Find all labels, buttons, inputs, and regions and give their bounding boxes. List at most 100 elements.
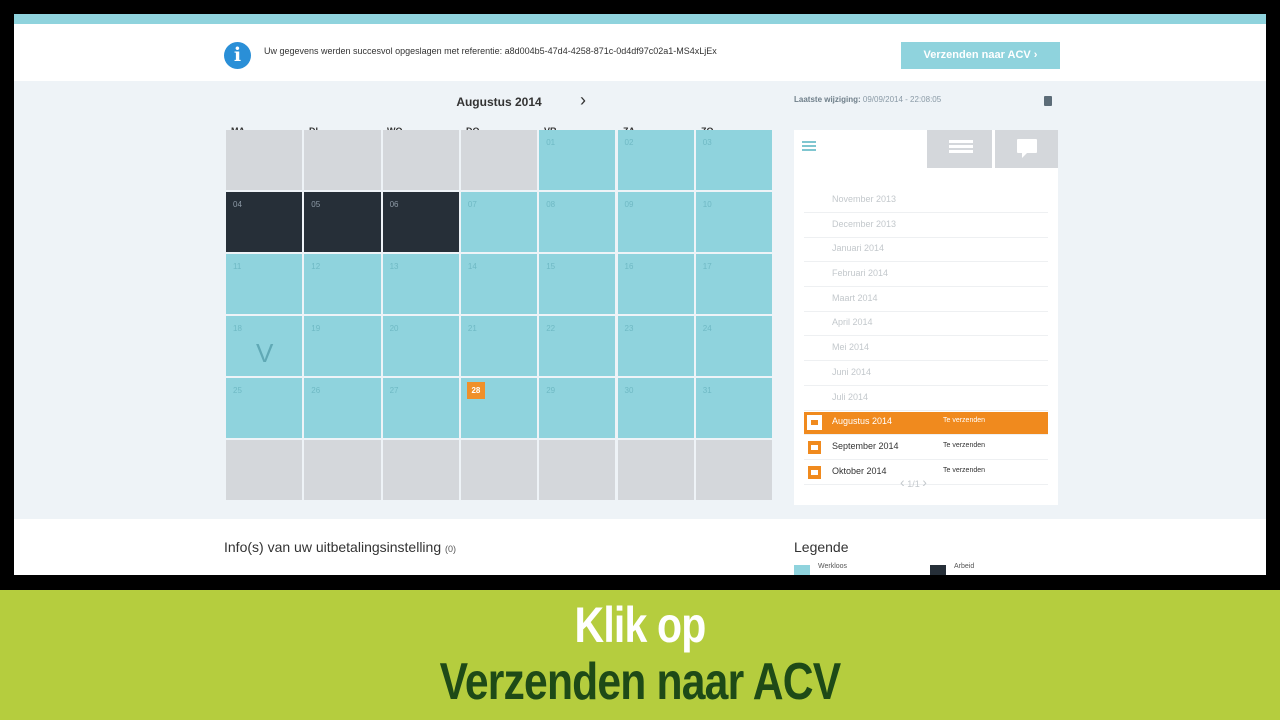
calendar-day[interactable] [304, 440, 381, 500]
comment-icon [1017, 139, 1037, 158]
message-bar: i Uw gegevens werden succesvol opgeslage… [14, 24, 1266, 81]
calendar-day[interactable]: 04 [226, 192, 303, 252]
month-item[interactable]: September 2014 Te verzenden [804, 437, 1048, 460]
instruction-banner: Klik op Verzenden naar ACV [0, 590, 1280, 720]
chevron-right-icon[interactable]: › [580, 90, 586, 111]
calendar-day[interactable] [695, 440, 773, 500]
calendar-day[interactable] [226, 440, 303, 500]
calendar-day[interactable] [382, 440, 459, 500]
calendar-day[interactable]: 21 [460, 316, 538, 376]
calendar-day[interactable]: 30 [617, 378, 694, 438]
calendar-day[interactable]: 14 [460, 254, 538, 314]
calendar-day[interactable]: 03 [695, 130, 773, 190]
calendar-day[interactable]: 02 [617, 130, 694, 190]
day-number: 29 [546, 386, 556, 395]
month-status: Te verzenden [943, 441, 986, 449]
calendar-day[interactable]: 19 [304, 316, 381, 376]
month-item[interactable]: November 2013 [804, 190, 1048, 213]
trash-icon[interactable] [1044, 96, 1052, 106]
calendar-day[interactable]: 12 [304, 254, 381, 314]
calendar-day[interactable] [460, 440, 538, 500]
legend-label-werkloos: Werkloos [818, 563, 848, 570]
month-item[interactable]: Juni 2014 [804, 363, 1048, 386]
calendar-day[interactable]: 31 [695, 378, 773, 438]
calendar-day[interactable]: 09 [617, 192, 694, 252]
banner-line-1: Klik op [574, 597, 707, 653]
calendar-day[interactable]: 05 [304, 192, 381, 252]
pager-next-icon[interactable]: › [922, 474, 927, 490]
day-number: 12 [311, 262, 321, 271]
month-name: Maart 2014 [832, 292, 878, 303]
tab-comments[interactable] [995, 130, 1058, 168]
calendar-day[interactable]: 15 [539, 254, 616, 314]
calendar-day[interactable] [617, 440, 694, 500]
day-number: 08 [546, 200, 556, 209]
calendar-day[interactable] [304, 130, 381, 190]
last-modified: Laatste wijziging: 09/09/2014 - 22:08:05 [794, 95, 941, 104]
month-item[interactable]: April 2014 [804, 313, 1048, 337]
month-item[interactable]: Juli 2014 [804, 388, 1048, 411]
legend-title: Legende [794, 539, 849, 555]
day-number: 24 [702, 324, 712, 333]
day-number: 30 [624, 386, 634, 395]
calendar-day[interactable]: 18 V [226, 316, 303, 376]
month-item[interactable]: Februari 2014 [804, 264, 1048, 288]
month-item[interactable]: December 2013 [804, 215, 1048, 238]
calendar-day[interactable]: 06 [382, 192, 459, 252]
menu-icon [802, 139, 816, 153]
month-item[interactable]: Januari 2014 [804, 239, 1048, 263]
calendar-day[interactable] [539, 440, 616, 500]
day-number: 03 [702, 138, 712, 147]
legend-swatch-arbeid [930, 565, 946, 575]
day-number: 27 [389, 386, 399, 395]
calendar-day[interactable] [460, 130, 538, 190]
calendar-day[interactable]: 17 [695, 254, 773, 314]
legend-swatch-werkloos [794, 565, 810, 575]
day-number: 22 [546, 324, 556, 333]
day-number: 06 [389, 200, 399, 209]
day-number: 10 [702, 200, 712, 209]
calendar-day[interactable]: 22 [539, 316, 616, 376]
calendar-day[interactable] [226, 130, 303, 190]
calendar-day[interactable]: 10 [695, 192, 773, 252]
pager-prev-icon[interactable]: ‹ [900, 474, 905, 490]
last-modified-label: Laatste wijziging: [794, 95, 861, 104]
calendar-day[interactable]: 13 [382, 254, 459, 314]
calendar-day[interactable]: 26 [304, 378, 381, 438]
day-number: 18 [233, 324, 242, 333]
month-item[interactable]: Augustus 2014 Te verzenden [804, 412, 1048, 436]
calendar-day[interactable]: 16 [617, 254, 694, 314]
calendar-day[interactable]: 28 [460, 378, 538, 438]
calendar-grid: 01 02 03 04 05 06 07 08 09 10 11 12 13 14 15 16 17 18 V 19 2… [226, 130, 774, 502]
month-panel: November 2013 December 2013 Januari 2014 Fe… [794, 130, 1058, 505]
calendar-day[interactable]: 11 [226, 254, 303, 314]
month-name: September 2014 [832, 440, 899, 451]
success-message: Uw gegevens werden succesvol opgeslagen … [264, 46, 717, 56]
calendar-day[interactable]: 25 [226, 378, 303, 438]
day-number: 20 [389, 324, 399, 333]
calendar-icon [807, 464, 822, 480]
month-name: Juli 2014 [832, 391, 869, 402]
today-badge: 28 [466, 382, 485, 399]
month-item[interactable]: Maart 2014 [804, 289, 1048, 312]
send-to-acv-button[interactable]: Verzenden naar ACV › [901, 42, 1060, 69]
calendar-day[interactable]: 07 [460, 192, 538, 252]
month-item[interactable]: Mei 2014 [804, 338, 1048, 362]
calendar-day[interactable]: 20 [382, 316, 459, 376]
month-name: Mei 2014 [832, 342, 870, 353]
calendar-day[interactable]: 01 [539, 130, 616, 190]
calendar-day[interactable]: 23 [617, 316, 694, 376]
day-number: 11 [233, 262, 242, 271]
calendar-day[interactable]: 27 [382, 378, 459, 438]
tab-overview[interactable] [794, 130, 924, 168]
calendar-day[interactable] [382, 130, 459, 190]
tab-list[interactable] [927, 130, 992, 168]
last-modified-value: 09/09/2014 - 22:08:05 [862, 95, 942, 104]
banner-line-2: Verzenden naar ACV [439, 653, 842, 711]
calendar-day[interactable]: 08 [539, 192, 616, 252]
month-status: Te verzenden [943, 466, 986, 474]
calendar-day[interactable]: 29 [539, 378, 616, 438]
calendar-day[interactable]: 24 [695, 316, 773, 376]
month-name: Oktober 2014 [832, 465, 887, 476]
month-list: November 2013 December 2013 Januari 2014 Fe… [804, 190, 1048, 486]
